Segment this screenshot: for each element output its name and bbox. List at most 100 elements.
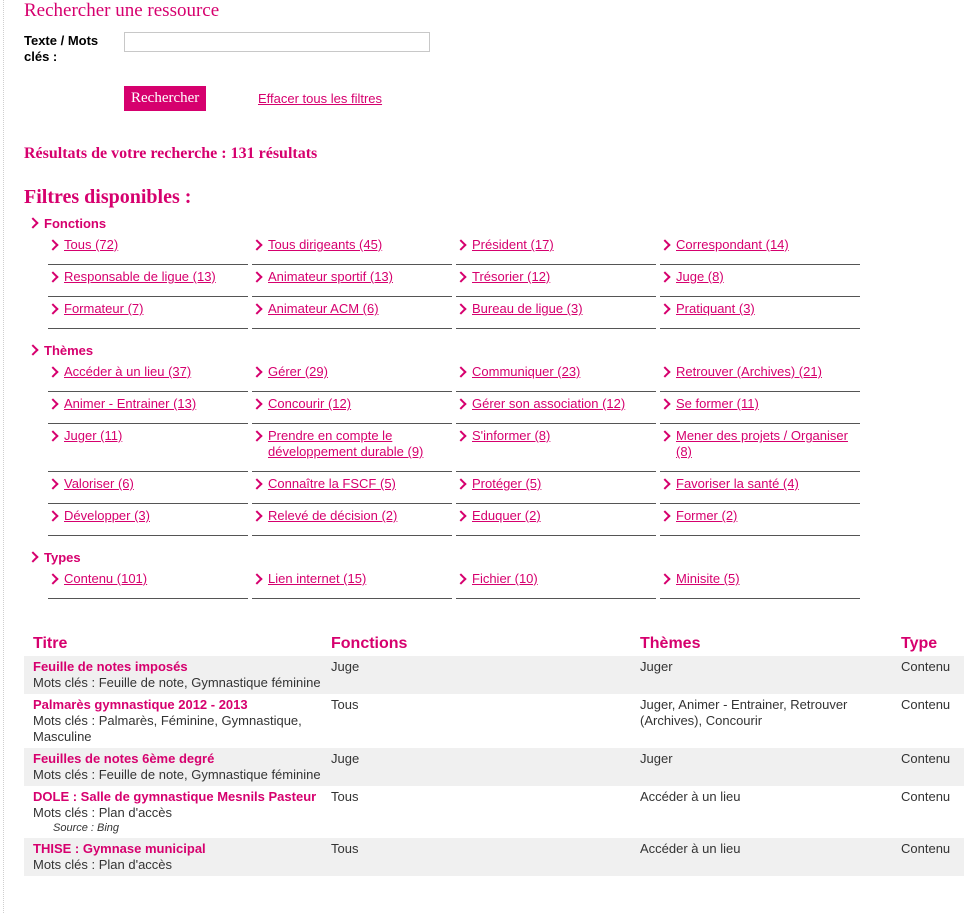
filter-option-link[interactable]: Animateur sportif (13) [268,269,393,285]
filter-option-link[interactable]: Former (2) [676,508,737,524]
result-title-link[interactable]: DOLE : Salle de gymnastique Mesnils Past… [33,789,316,804]
filter-option[interactable]: Former (2) [659,504,860,536]
filter-option-link[interactable]: Contenu (101) [64,571,147,587]
filter-option-link[interactable]: Favoriser la santé (4) [676,476,799,492]
cell-fonctions: Tous [331,789,359,804]
filter-option[interactable]: Juger (11) [47,424,248,472]
filter-option[interactable]: Eduquer (2) [455,504,656,536]
cell-fonctions: Tous [322,838,631,876]
filter-option-link[interactable]: Mener des projets / Organiser (8) [676,428,860,460]
filter-option-link[interactable]: Président (17) [472,237,554,253]
filter-option[interactable]: Responsable de ligue (13) [47,265,248,297]
filter-option-link[interactable]: Correspondant (14) [676,237,789,253]
filter-option[interactable]: Bureau de ligue (3) [455,297,656,329]
clear-filters-link[interactable]: Effacer tous les filtres [258,91,382,106]
header-themes[interactable]: Thèmes [631,630,892,656]
filter-option-link[interactable]: Valoriser (6) [64,476,134,492]
chevron-right-icon [659,398,671,410]
filter-option[interactable]: Correspondant (14) [659,233,860,265]
header-titre[interactable]: Titre [24,630,322,656]
filter-option-link[interactable]: Protéger (5) [472,476,541,492]
filter-option[interactable]: Prendre en compte le développement durab… [251,424,452,472]
result-title-link[interactable]: Feuilles de notes 6ème degré [33,751,214,766]
result-title-link[interactable]: Feuille de notes imposés [33,659,188,674]
filter-option-link[interactable]: Tous dirigeants (45) [268,237,382,253]
filter-option[interactable]: Animateur ACM (6) [251,297,452,329]
filter-option-link[interactable]: Concourir (12) [268,396,351,412]
chevron-right-icon [27,217,39,229]
result-title-link[interactable]: THISE : Gymnase municipal [33,841,206,856]
filter-option-link[interactable]: Bureau de ligue (3) [472,301,583,317]
filter-option-link[interactable]: Formateur (7) [64,301,143,317]
chevron-right-icon [455,398,467,410]
filter-option-link[interactable]: Tous (72) [64,237,118,253]
filter-option-link[interactable]: Développer (3) [64,508,150,524]
filter-option[interactable]: Connaître la FSCF (5) [251,472,452,504]
filter-option-link[interactable]: Retrouver (Archives) (21) [676,364,822,380]
header-fonctions[interactable]: Fonctions [322,630,631,656]
filter-group-label: Fonctions [44,215,107,231]
result-source: Source : Bing [53,822,120,834]
filter-option-link[interactable]: Lien internet (15) [268,571,366,587]
filter-option[interactable]: Retrouver (Archives) (21) [659,360,860,392]
filter-option[interactable]: Gérer son association (12) [455,392,656,424]
filter-option-link[interactable]: Relevé de décision (2) [268,508,397,524]
filter-option[interactable]: Président (17) [455,233,656,265]
filter-option-link[interactable]: Connaître la FSCF (5) [268,476,396,492]
filter-option-link[interactable]: Prendre en compte le développement durab… [268,428,452,460]
filter-option[interactable]: Juge (8) [659,265,860,297]
filter-option[interactable]: Accéder à un lieu (37) [47,360,248,392]
filter-option[interactable]: Favoriser la santé (4) [659,472,860,504]
filter-option-link[interactable]: Eduquer (2) [472,508,541,524]
filter-option-link[interactable]: Juge (8) [676,269,724,285]
table-row: Palmarès gymnastique 2012 - 2013 Mots clé… [24,694,964,748]
filter-option[interactable]: Concourir (12) [251,392,452,424]
filter-option[interactable]: Mener des projets / Organiser (8) [659,424,860,472]
filter-option-link[interactable]: Fichier (10) [472,571,538,587]
filter-option-link[interactable]: Minisite (5) [676,571,740,587]
result-keywords: Mots clés : Plan d'accès [33,805,173,820]
filter-option-link[interactable]: Trésorier (12) [472,269,550,285]
filter-option-link[interactable]: Responsable de ligue (13) [64,269,216,285]
filter-option-link[interactable]: Gérer (29) [268,364,328,380]
filter-option-link[interactable]: Gérer son association (12) [472,396,625,412]
filter-option-link[interactable]: Juger (11) [64,428,122,444]
filter-option[interactable]: Relevé de décision (2) [251,504,452,536]
chevron-right-icon [47,303,59,315]
filter-option[interactable]: Contenu (101) [47,567,248,599]
filter-option[interactable]: Communiquer (23) [455,360,656,392]
filter-option[interactable]: Lien internet (15) [251,567,452,599]
filter-option-link[interactable]: Animateur ACM (6) [268,301,379,317]
chevron-right-icon [659,271,671,283]
filter-option[interactable]: Animateur sportif (13) [251,265,452,297]
filter-option-link[interactable]: Pratiquant (3) [676,301,755,317]
filter-option[interactable]: Se former (11) [659,392,860,424]
header-type[interactable]: Type [892,630,964,656]
page-border [3,0,4,913]
filter-option-link[interactable]: Animer - Entrainer (13) [64,396,196,412]
filter-option-link[interactable]: Communiquer (23) [472,364,580,380]
filter-option[interactable]: Gérer (29) [251,360,452,392]
search-button[interactable]: Rechercher [124,86,207,111]
filter-option[interactable]: Fichier (10) [455,567,656,599]
result-title-link[interactable]: Palmarès gymnastique 2012 - 2013 [33,697,248,712]
filter-option-link[interactable]: S'informer (8) [472,428,550,444]
filter-option[interactable]: Pratiquant (3) [659,297,860,329]
filter-option[interactable]: Animer - Entrainer (13) [47,392,248,424]
filter-option-link[interactable]: Se former (11) [676,396,759,412]
filter-option[interactable]: Développer (3) [47,504,248,536]
filter-option[interactable]: Valoriser (6) [47,472,248,504]
result-keywords: Mots clés : Feuille de note, Gymnastique… [33,675,321,690]
filter-option[interactable]: Protéger (5) [455,472,656,504]
filter-option[interactable]: Tous (72) [47,233,248,265]
table-row: THISE : Gymnase municipal Mots clés : Pla… [24,838,964,876]
search-input[interactable] [124,32,430,52]
filter-option[interactable]: S'informer (8) [455,424,656,472]
chevron-right-icon [455,478,467,490]
filter-option-link[interactable]: Accéder à un lieu (37) [64,364,191,380]
filter-option[interactable]: Formateur (7) [47,297,248,329]
table-header-row: Titre Fonctions Thèmes Type [24,630,964,656]
filter-option[interactable]: Trésorier (12) [455,265,656,297]
filter-option[interactable]: Tous dirigeants (45) [251,233,452,265]
filter-option[interactable]: Minisite (5) [659,567,860,599]
